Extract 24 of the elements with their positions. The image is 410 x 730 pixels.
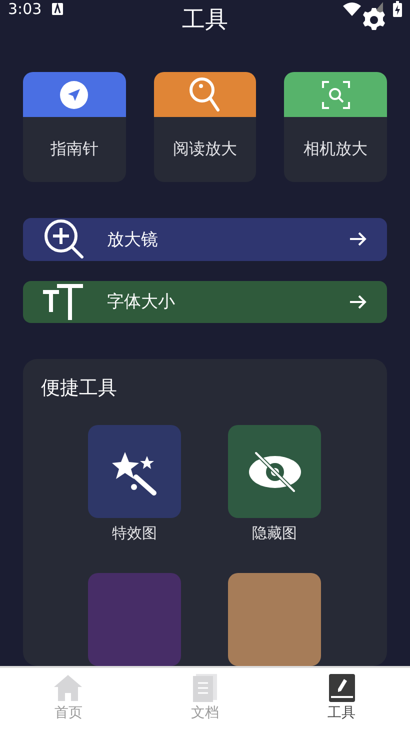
tool-card[interactable]: 阅读放大 <box>154 72 256 182</box>
document-icon <box>192 674 217 702</box>
text-size-icon <box>43 282 85 322</box>
arrow-right-icon <box>349 231 367 248</box>
status-time: 3:03 <box>8 0 42 18</box>
magnifier-icon <box>189 76 221 112</box>
tool-card[interactable]: 相机放大 <box>284 72 388 182</box>
settings-icon[interactable] <box>362 8 386 32</box>
tool-card[interactable]: 指南针 <box>23 72 126 182</box>
section-title: 便捷工具 <box>41 376 118 401</box>
arrow-right-icon <box>349 294 367 310</box>
home-icon <box>54 674 82 702</box>
scan-search-icon <box>320 80 351 110</box>
tool-banner[interactable]: 放大镜 <box>23 218 387 260</box>
tool-banner[interactable]: 字体大小 <box>23 280 387 323</box>
wifi-icon <box>343 2 361 16</box>
quick-tool[interactable] <box>228 573 321 666</box>
zoom-in-icon <box>43 218 85 260</box>
notebook-pen-icon <box>328 674 355 702</box>
page-title: 工具 <box>182 6 228 34</box>
nav-tab[interactable]: 工具 <box>296 668 387 730</box>
notification-icon <box>52 3 63 15</box>
quick-tool[interactable] <box>88 573 181 666</box>
eye-off-icon <box>248 450 302 494</box>
